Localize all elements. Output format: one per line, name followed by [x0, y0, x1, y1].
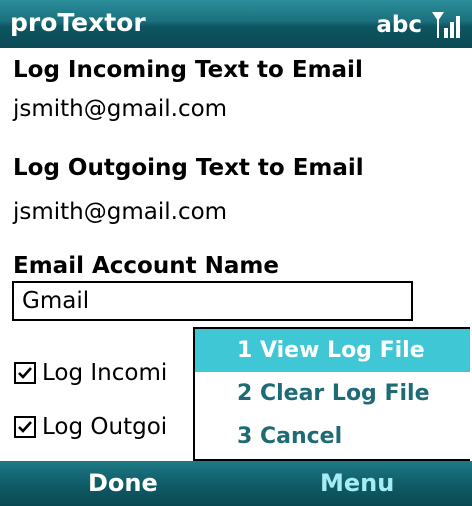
log-outgoing-checkbox-row[interactable]: Log Outgoi — [14, 412, 167, 442]
log-incoming-checkbox[interactable] — [14, 362, 36, 384]
menu-item-cancel[interactable]: 3 Cancel — [195, 415, 470, 458]
menu-softkey[interactable]: Menu — [320, 469, 394, 497]
app-title: proTextor — [10, 8, 146, 37]
signal-strength-icon — [432, 12, 460, 38]
done-softkey[interactable]: Done — [88, 469, 158, 497]
incoming-email-value[interactable]: jsmith@gmail.com — [13, 96, 227, 122]
menu-item-view-log-file[interactable]: 1 View Log File — [195, 329, 470, 372]
incoming-email-label: Log Incoming Text to Email — [13, 57, 363, 83]
log-outgoing-checkbox-label: Log Outgoi — [42, 414, 168, 440]
softkey-bar: Done Menu — [0, 461, 472, 506]
log-incoming-checkbox-label: Log Incomi — [42, 360, 168, 386]
menu-item-clear-log-file[interactable]: 2 Clear Log File — [195, 372, 470, 415]
popup-menu: 1 View Log File 2 Clear Log File 3 Cance… — [193, 327, 470, 461]
checkmark-icon — [18, 421, 32, 433]
email-account-label: Email Account Name — [13, 253, 279, 279]
email-account-input[interactable] — [12, 281, 413, 321]
log-outgoing-checkbox[interactable] — [14, 416, 36, 438]
input-mode-indicator: abc — [376, 12, 422, 38]
outgoing-email-label: Log Outgoing Text to Email — [13, 155, 364, 181]
outgoing-email-value[interactable]: jsmith@gmail.com — [13, 199, 227, 225]
log-incoming-checkbox-row[interactable]: Log Incomi — [14, 358, 167, 388]
title-bar: proTextor abc — [0, 0, 472, 48]
checkmark-icon — [18, 367, 32, 379]
